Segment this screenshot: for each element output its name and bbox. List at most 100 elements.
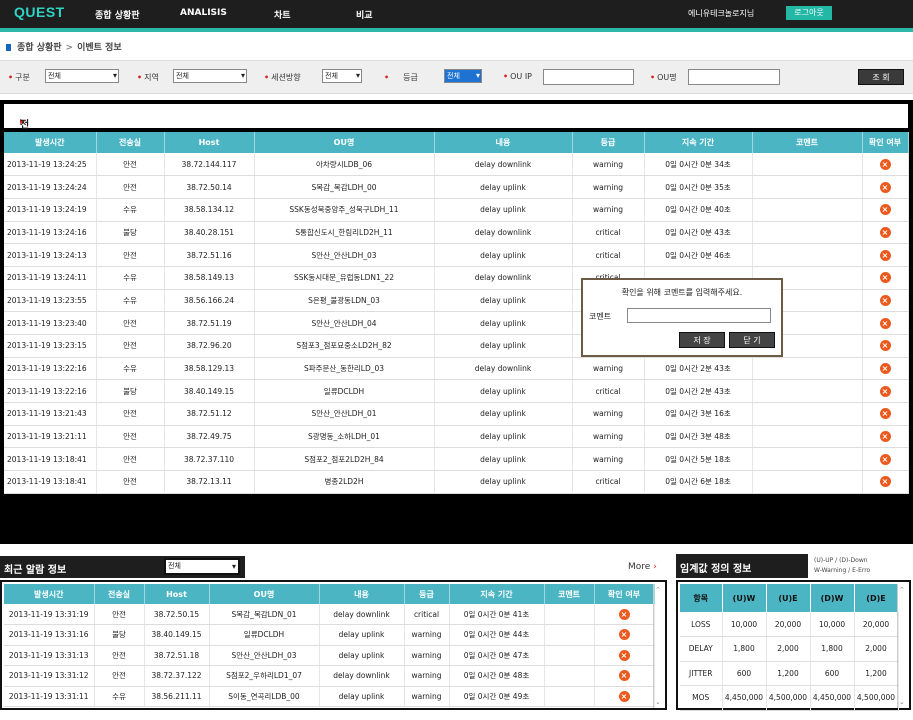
column-header[interactable]: 발생시간 <box>4 132 97 153</box>
recent-scrollbar[interactable]: ⌃ ⌄ <box>653 584 663 708</box>
scroll-up-icon[interactable]: ⌃ <box>899 586 905 594</box>
table-row[interactable]: JITTER 600 1,200 600 1,200 <box>680 661 899 686</box>
column-header[interactable]: 확인 여부 <box>862 132 909 153</box>
level-select[interactable]: 전체 ▾ <box>444 69 482 83</box>
table-row[interactable]: LOSS 10,000 20,000 10,000 20,000 <box>680 612 899 637</box>
table-cell: S점포3_점포묘중소LD2H_82 <box>254 334 435 358</box>
table-row[interactable]: 2013-11-19 13:24:19 수유 38.58.134.12 SSK동성북중… <box>4 198 909 222</box>
session-select[interactable]: 전체 ▾ <box>322 69 362 83</box>
column-header[interactable]: Host <box>144 584 210 604</box>
confirm-x-icon[interactable]: × <box>618 608 630 620</box>
table-row[interactable]: 2013-11-19 13:31:12 안전 38.72.37.122 S점포2_우하… <box>4 665 655 687</box>
column-header[interactable]: OU명 <box>209 584 320 604</box>
confirm-x-icon[interactable]: × <box>879 476 891 488</box>
column-header[interactable]: 내용 <box>319 584 405 604</box>
column-header[interactable]: 전송실 <box>96 132 165 153</box>
nav-chart[interactable]: 차트 <box>274 8 291 21</box>
table-row[interactable]: 2013-11-19 13:24:13 안전 38.72.51.16 S안산_안산LD… <box>4 243 909 267</box>
table-row[interactable]: 2013-11-19 13:18:41 안전 38.72.37.110 S점포2_점포… <box>4 447 909 472</box>
column-header[interactable]: 코멘트 <box>544 584 595 604</box>
scroll-up-icon[interactable]: ⌃ <box>655 586 661 594</box>
column-header[interactable]: 확인 여부 <box>594 584 655 604</box>
table-cell: S통합신도시_한림리LD2H_11 <box>254 221 435 245</box>
table-cell: S안산_안산LDH_01 <box>254 402 435 426</box>
confirm-x-icon[interactable]: × <box>618 629 630 641</box>
table-row[interactable]: 2013-11-19 13:31:19 안전 38.72.50.15 S목감_목감LD… <box>4 604 655 625</box>
table-row[interactable]: 2013-11-19 13:24:25 안전 38.72.144.117 아차량시LD… <box>4 153 909 177</box>
table-row[interactable]: 2013-11-19 13:31:13 안전 38.72.51.18 S안산_안산LD… <box>4 645 655 666</box>
threshold-scrollbar[interactable]: ⌃ ⌄ <box>897 584 907 708</box>
confirm-x-icon[interactable]: × <box>879 158 891 170</box>
confirm-x-icon[interactable]: × <box>879 204 891 216</box>
table-cell: 4,450,000 <box>722 685 767 711</box>
table-row[interactable]: 2013-11-19 13:24:24 안전 38.72.50.14 S목감_목감LD… <box>4 175 909 199</box>
scroll-down-icon[interactable]: ⌄ <box>655 698 661 706</box>
confirm-x-icon[interactable]: × <box>879 340 891 352</box>
confirm-x-icon[interactable]: × <box>879 181 891 193</box>
confirm-x-icon[interactable]: × <box>879 385 891 397</box>
table-cell <box>544 624 595 646</box>
table-row[interactable]: 2013-11-19 13:18:41 안전 38.72.13.11 병종2LD2H d… <box>4 470 909 494</box>
confirm-x-icon[interactable]: × <box>879 226 891 238</box>
table-cell: 4,450,000 <box>810 685 855 711</box>
column-header[interactable]: OU명 <box>254 132 435 153</box>
region-select[interactable]: 전체 ▾ <box>173 69 247 83</box>
column-header[interactable]: 등급 <box>404 584 450 604</box>
table-cell <box>752 243 863 267</box>
confirm-x-icon[interactable]: × <box>879 272 891 284</box>
column-header[interactable]: 등급 <box>572 132 645 153</box>
confirm-x-icon[interactable]: × <box>879 317 891 329</box>
confirm-x-icon[interactable]: × <box>618 690 630 702</box>
confirm-x-icon[interactable]: × <box>879 431 891 443</box>
column-header[interactable]: 내용 <box>434 132 573 153</box>
recent-alarm-table: 발생시간 전송실 Host OU명 내용 등급 지속 기간 코멘트 확인 여부 … <box>4 584 655 707</box>
ou-ip-input[interactable] <box>543 69 634 85</box>
column-header[interactable]: 전송실 <box>94 584 145 604</box>
comment-input[interactable] <box>627 308 771 323</box>
table-row[interactable]: 2013-11-19 13:22:16 수유 38.58.129.13 S파주문산_동… <box>4 357 909 381</box>
table-row[interactable]: 2013-11-19 13:21:11 안전 38.72.49.75 S광명동_소하L… <box>4 425 909 449</box>
app-logo[interactable]: QUEST <box>14 4 65 20</box>
table-row[interactable]: MOS 4,450,000 4,500,000 4,450,000 4,500,000 <box>680 685 899 711</box>
ou-name-input[interactable] <box>688 69 780 85</box>
confirm-x-icon[interactable]: × <box>879 249 891 261</box>
table-row[interactable]: 2013-11-19 13:21:43 안전 38.72.51.12 S안산_안산LD… <box>4 402 909 426</box>
table-row[interactable]: 2013-11-19 13:24:16 불당 38.40.28.151 S통합신도시_… <box>4 221 909 245</box>
close-button[interactable]: 닫 기 <box>729 332 775 348</box>
table-row[interactable]: DELAY 1,800 2,000 1,800 2,000 <box>680 636 899 662</box>
header-accent-line <box>0 28 913 32</box>
user-name: 에니유테크놀로지님 <box>688 9 755 18</box>
confirm-x-icon[interactable]: × <box>618 649 630 661</box>
table-cell: critical <box>572 221 645 245</box>
confirm-x-icon[interactable]: × <box>879 408 891 420</box>
confirm-x-icon[interactable]: × <box>879 294 891 306</box>
column-header[interactable]: 지속 기간 <box>644 132 753 153</box>
table-row[interactable]: 2013-11-19 13:31:16 불당 38.40.149.15 일류DCLDH… <box>4 624 655 646</box>
table-cell: delay downlink <box>434 153 573 177</box>
table-row[interactable]: 2013-11-19 13:22:16 불당 38.40.149.15 일류DCLDH… <box>4 379 909 404</box>
search-button[interactable]: 조 회 <box>858 69 904 85</box>
save-button[interactable]: 저 장 <box>679 332 725 348</box>
nav-compare[interactable]: 비교 <box>356 8 373 21</box>
scroll-down-icon[interactable]: ⌄ <box>899 698 905 706</box>
table-cell: MOS <box>680 685 723 711</box>
logout-button[interactable]: 로그아웃 <box>786 6 832 20</box>
confirm-x-icon[interactable]: × <box>879 363 891 375</box>
column-header[interactable]: 지속 기간 <box>449 584 545 604</box>
table-row[interactable]: 2013-11-19 13:31:11 수유 38.56.211.11 S이동_연곡리… <box>4 686 655 707</box>
table-cell: 안전 <box>96 334 165 358</box>
confirm-x-icon[interactable]: × <box>618 670 630 682</box>
table-cell: 0일 0시간 0분 35초 <box>644 175 753 199</box>
column-header[interactable]: Host <box>164 132 255 153</box>
recent-alarm-select[interactable]: 전체 ▾ <box>164 558 240 575</box>
table-cell: 안전 <box>96 153 165 177</box>
breadcrumb-root[interactable]: 종합 상황판 <box>17 43 62 53</box>
type-select[interactable]: 전체 ▾ <box>45 69 119 83</box>
column-header[interactable]: 코멘트 <box>752 132 863 153</box>
column-header[interactable]: 발생시간 <box>4 584 95 604</box>
table-cell: 2013-11-19 13:22:16 <box>4 379 97 404</box>
confirm-x-icon[interactable]: × <box>879 453 891 465</box>
nav-overview[interactable]: 종합 상황판 <box>95 8 140 21</box>
more-link[interactable]: More › <box>628 562 657 572</box>
nav-analysis[interactable]: ANALISIS <box>180 8 227 18</box>
